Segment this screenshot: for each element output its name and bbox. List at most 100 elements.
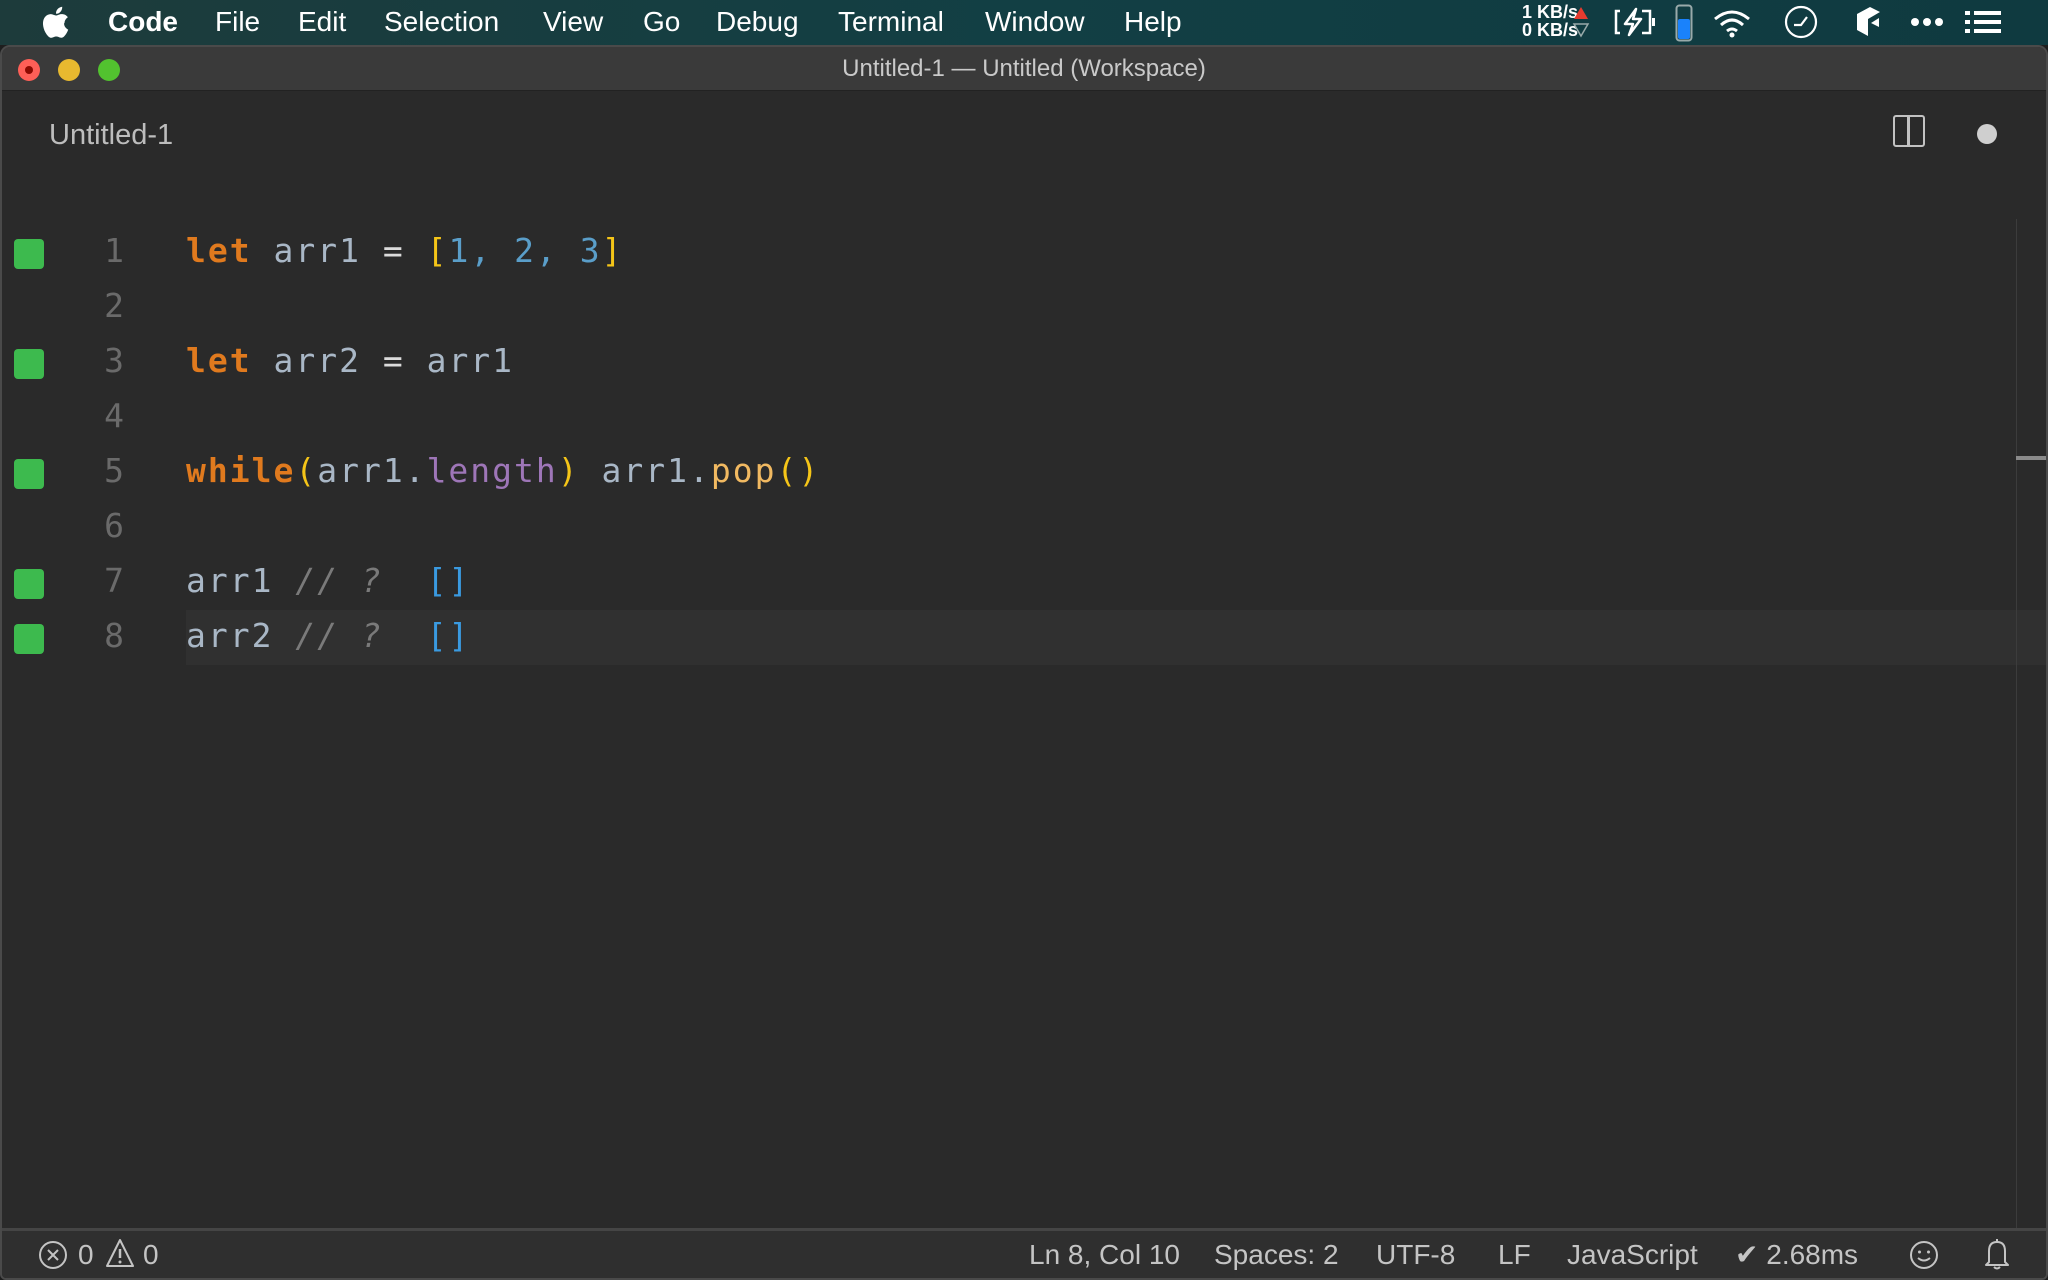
- code-token: ,: [470, 231, 515, 270]
- code-line[interactable]: 7 arr1 // ? []: [2, 555, 2046, 610]
- menu-file[interactable]: File: [215, 5, 260, 39]
- editor-tab-bar: Untitled-1: [2, 91, 2046, 175]
- network-speed[interactable]: 1 KB/s 0 KB/s: [1506, 3, 1578, 39]
- code-token: arr1: [186, 561, 274, 600]
- coverage-marker-icon: [14, 349, 44, 379]
- code-token: let: [186, 341, 252, 380]
- feedback-smiley-icon[interactable]: [1909, 1240, 1939, 1270]
- list-icon[interactable]: [1965, 10, 2001, 34]
- menu-debug[interactable]: Debug: [716, 5, 799, 39]
- code-text[interactable]: arr2 // ? []: [186, 616, 470, 656]
- line-number: 6: [104, 506, 124, 545]
- code-token: =: [382, 341, 405, 380]
- code-token: 2: [514, 231, 536, 270]
- unsaved-dot-icon[interactable]: [1977, 124, 1997, 144]
- code-line[interactable]: 1 let arr1 = [1, 2, 3]: [2, 225, 2046, 280]
- line-number: 1: [104, 231, 124, 270]
- line-number: 7: [104, 561, 124, 600]
- code-line[interactable]: 6: [2, 500, 2046, 555]
- code-token: 1: [448, 231, 471, 270]
- menu-selection[interactable]: Selection: [384, 5, 499, 39]
- code-token: 3: [579, 231, 602, 270]
- error-icon[interactable]: [38, 1240, 68, 1270]
- menu-terminal[interactable]: Terminal: [838, 5, 944, 39]
- code-token: ,: [535, 231, 580, 270]
- line-number: 5: [104, 451, 124, 490]
- network-arrows-icon: [1572, 7, 1590, 38]
- clock-icon[interactable]: [1784, 5, 1818, 39]
- code-line[interactable]: 5 while(arr1.length) arr1.pop(): [2, 445, 2046, 500]
- system-menu-bar: Code File Edit Selection View Go Debug T…: [0, 0, 2048, 45]
- coverage-marker-icon: [14, 239, 44, 269]
- title-bar[interactable]: Untitled-1 — Untitled (Workspace): [2, 47, 2046, 91]
- end-of-line[interactable]: LF: [1498, 1238, 1531, 1272]
- vscode-window: Untitled-1 — Untitled (Workspace) Untitl…: [0, 45, 2048, 1280]
- code-text[interactable]: let arr1 = [1, 2, 3]: [186, 231, 623, 271]
- code-token: arr2: [251, 341, 383, 380]
- more-icon[interactable]: [1910, 16, 1944, 28]
- code-token: [: [426, 231, 449, 270]
- apple-icon[interactable]: [40, 4, 70, 40]
- language-mode[interactable]: JavaScript: [1567, 1238, 1698, 1272]
- warning-count[interactable]: 0: [143, 1238, 159, 1272]
- code-token: arr2: [186, 616, 274, 655]
- code-token: []: [404, 561, 471, 600]
- code-line[interactable]: 4: [2, 390, 2046, 445]
- network-upload: 1 KB/s: [1521, 2, 1578, 22]
- code-line[interactable]: 2: [2, 280, 2046, 335]
- code-editor[interactable]: 1 let arr1 = [1, 2, 3] 2 3 let arr2 = arr1 4 5…: [2, 175, 2046, 1227]
- app-cube-icon[interactable]: [1854, 5, 1882, 39]
- code-token: while: [186, 451, 296, 490]
- line-number: 4: [104, 396, 124, 435]
- code-token: ): [557, 451, 580, 490]
- vertical-scrollbar[interactable]: [2016, 219, 2046, 1271]
- window-title: Untitled-1 — Untitled (Workspace): [842, 55, 1206, 82]
- battery-charging-icon[interactable]: [1612, 6, 1660, 38]
- code-token: length: [426, 451, 558, 490]
- menu-go[interactable]: Go: [643, 5, 680, 39]
- line-number: 8: [104, 616, 124, 655]
- menu-help[interactable]: Help: [1124, 5, 1182, 39]
- encoding[interactable]: UTF-8: [1376, 1238, 1455, 1272]
- code-line[interactable]: 3 let arr2 = arr1: [2, 335, 2046, 390]
- notifications-bell-icon[interactable]: [1983, 1237, 2011, 1271]
- menu-view[interactable]: View: [543, 5, 603, 39]
- code-token: =: [360, 231, 427, 270]
- code-token: (: [295, 451, 318, 490]
- status-bar: 0 0 Ln 8, Col 10 Spaces: 2 UTF-8 LF Java…: [2, 1228, 2046, 1278]
- split-editor-icon[interactable]: [1893, 115, 1925, 147]
- code-token: let: [186, 231, 252, 270]
- code-line[interactable]: 8 arr2 // ? []: [2, 610, 2046, 665]
- code-token: arr1.: [317, 451, 427, 490]
- coverage-marker-icon: [14, 459, 44, 489]
- wifi-icon[interactable]: [1712, 8, 1752, 38]
- line-number: 2: [104, 286, 124, 325]
- indentation[interactable]: Spaces: 2: [1214, 1238, 1339, 1272]
- line-number: 3: [104, 341, 124, 380]
- menu-window[interactable]: Window: [985, 5, 1085, 39]
- code-text[interactable]: let arr2 = arr1: [186, 341, 514, 381]
- quokka-timing[interactable]: ✔ 2.68ms: [1735, 1238, 1858, 1272]
- code-text[interactable]: arr1 // ? []: [186, 561, 470, 601]
- code-token: // ?: [273, 561, 405, 600]
- code-token: arr1: [404, 341, 515, 380]
- coverage-marker-icon: [14, 569, 44, 599]
- cursor-position[interactable]: Ln 8, Col 10: [1029, 1238, 1180, 1272]
- code-token: // ?: [273, 616, 405, 655]
- coverage-marker-icon: [14, 624, 44, 654]
- warning-icon[interactable]: [105, 1238, 135, 1268]
- code-token: ]: [601, 231, 624, 270]
- code-token: arr1.: [579, 451, 711, 490]
- code-token: pop: [710, 451, 777, 490]
- scrollbar-overview-marker: [2016, 456, 2046, 460]
- menu-edit[interactable]: Edit: [298, 5, 346, 39]
- menu-app-name[interactable]: Code: [108, 5, 178, 39]
- code-token: (): [776, 451, 821, 490]
- code-token: []: [404, 616, 471, 655]
- error-count[interactable]: 0: [78, 1238, 94, 1272]
- battery-level-icon[interactable]: [1675, 4, 1693, 42]
- code-token: arr1: [273, 231, 361, 270]
- code-text[interactable]: while(arr1.length) arr1.pop(): [186, 451, 820, 491]
- tab-untitled-1[interactable]: Untitled-1: [49, 117, 173, 153]
